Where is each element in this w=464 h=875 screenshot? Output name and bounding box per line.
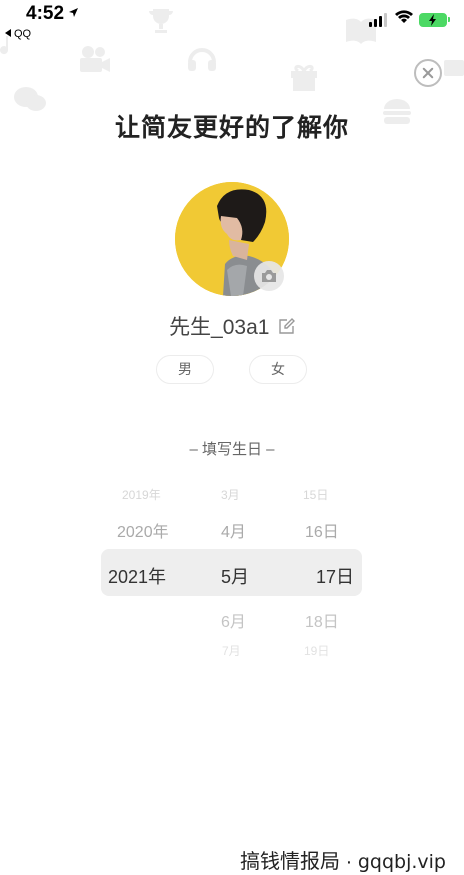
film-camera-icon [80, 46, 110, 72]
tv-icon [444, 60, 464, 76]
picker-item-month[interactable]: 4月 [221, 518, 246, 542]
picker-item-year[interactable]: 2020年 [117, 518, 169, 542]
wifi-icon [395, 10, 413, 23]
picker-selected-year[interactable]: 2021年 [108, 563, 166, 589]
back-arrow-icon [5, 29, 11, 37]
back-to-app-button[interactable]: QQ [5, 28, 31, 40]
edit-icon[interactable] [278, 317, 295, 335]
battery-charging-icon [419, 13, 450, 27]
nickname-text: 先生_03a1 [169, 316, 270, 339]
status-bar: 4:52 QQ [0, 0, 464, 40]
back-app-label: QQ [14, 28, 32, 40]
picker-item-month[interactable]: 6月 [221, 608, 246, 632]
watermark: 搞钱情报局 · gqqbj.vip [240, 845, 446, 874]
close-button[interactable] [414, 59, 442, 87]
headphones-icon [188, 48, 216, 71]
picker-item-year[interactable]: 2019年 [122, 486, 161, 503]
status-time: 4:52 [26, 3, 65, 24]
page-title: 让简友更好的了解你 [114, 114, 349, 142]
watermark-text: 搞钱情报局 · [240, 851, 358, 873]
watermark-url: gqqbj.vip [357, 851, 446, 873]
picker-item-day[interactable]: 16日 [305, 518, 339, 542]
picker-item-day[interactable]: 18日 [305, 608, 339, 632]
camera-icon [262, 270, 276, 282]
picker-selected-day[interactable]: 17日 [316, 563, 354, 589]
picker-item-day[interactable]: 15日 [303, 486, 328, 503]
gift-icon [291, 64, 317, 91]
location-arrow-icon [69, 8, 78, 17]
change-avatar-button[interactable] [254, 261, 284, 291]
gender-female-button[interactable]: 女 [249, 355, 307, 384]
gender-male-button[interactable]: 男 [156, 355, 214, 384]
picker-item-month[interactable]: 3月 [221, 486, 240, 503]
picker-item-day[interactable]: 19日 [304, 642, 329, 659]
nickname-row[interactable]: 先生_03a1 [0, 311, 464, 341]
picker-item-month[interactable]: 7月 [222, 642, 241, 659]
cellular-signal-icon [369, 13, 389, 27]
picker-selected-month[interactable]: 5月 [221, 563, 249, 589]
birthday-section-label: – 填写生日 – [189, 441, 275, 458]
